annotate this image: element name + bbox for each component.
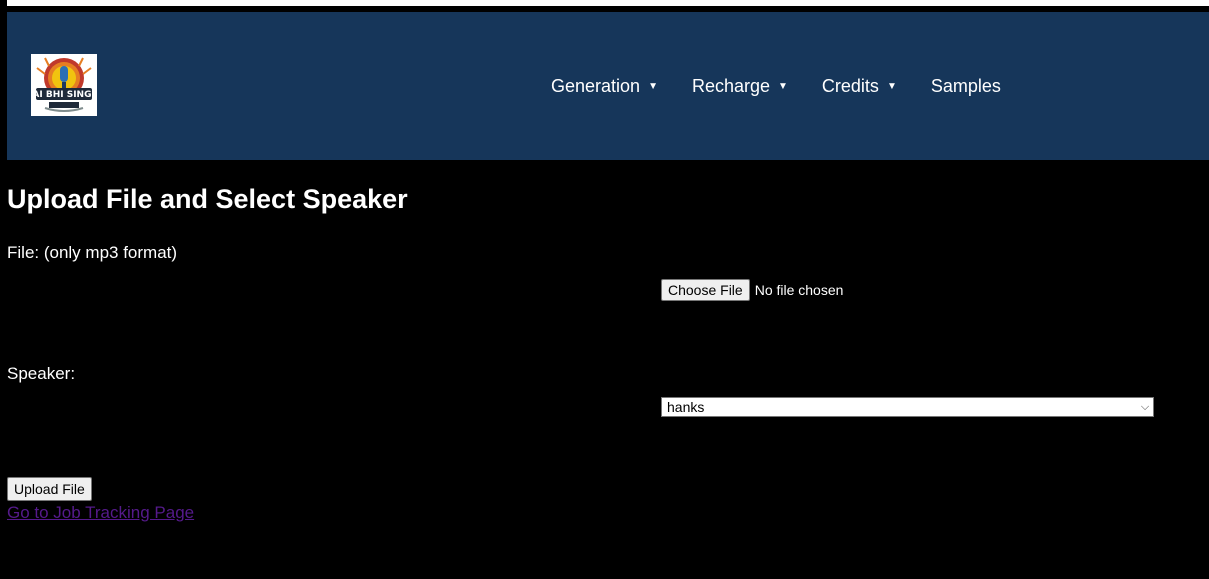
nav-generation[interactable]: Generation ▼ bbox=[551, 76, 658, 97]
logo-graphic: MAI BHI SINGER bbox=[31, 54, 97, 116]
main-nav: Generation ▼ Recharge ▼ Credits ▼ Sample… bbox=[551, 74, 1035, 98]
file-status-text: No file chosen bbox=[754, 282, 844, 298]
caret-down-icon: ▼ bbox=[648, 80, 658, 92]
choose-file-button[interactable]: Choose File bbox=[661, 279, 750, 301]
site-header: MAI BHI SINGER Generation ▼ Recharge ▼ C… bbox=[7, 12, 1209, 160]
nav-credits[interactable]: Credits ▼ bbox=[822, 76, 897, 97]
left-border bbox=[0, 0, 7, 579]
speaker-select[interactable]: hanks ⌵ bbox=[661, 397, 1154, 417]
file-input[interactable]: Choose File No file chosen bbox=[661, 279, 843, 301]
speaker-select-value: hanks bbox=[667, 399, 705, 415]
nav-credits-label: Credits bbox=[821, 75, 879, 96]
top-border bbox=[0, 0, 1209, 12]
page-title: Upload File and Select Speaker bbox=[7, 184, 408, 214]
speaker-label: Speaker: bbox=[7, 364, 76, 383]
nav-recharge[interactable]: Recharge ▼ bbox=[692, 76, 788, 97]
site-logo[interactable]: MAI BHI SINGER bbox=[31, 54, 97, 116]
caret-down-icon: ▼ bbox=[778, 80, 788, 92]
logo-text: MAI BHI SINGER bbox=[31, 90, 97, 100]
job-tracking-link[interactable]: Go to Job Tracking Page bbox=[7, 503, 194, 523]
file-label: File: (only mp3 format) bbox=[7, 243, 178, 262]
page: MAI BHI SINGER Generation ▼ Recharge ▼ C… bbox=[0, 0, 1209, 579]
nav-recharge-label: Recharge bbox=[691, 75, 771, 96]
nav-samples-label: Samples bbox=[930, 75, 1001, 96]
upload-file-button[interactable]: Upload File bbox=[7, 477, 92, 501]
caret-down-icon: ▼ bbox=[886, 80, 897, 92]
nav-generation-label: Generation bbox=[551, 75, 641, 96]
nav-samples[interactable]: Samples bbox=[931, 76, 1001, 97]
chevron-down-icon: ⌵ bbox=[1140, 400, 1150, 413]
